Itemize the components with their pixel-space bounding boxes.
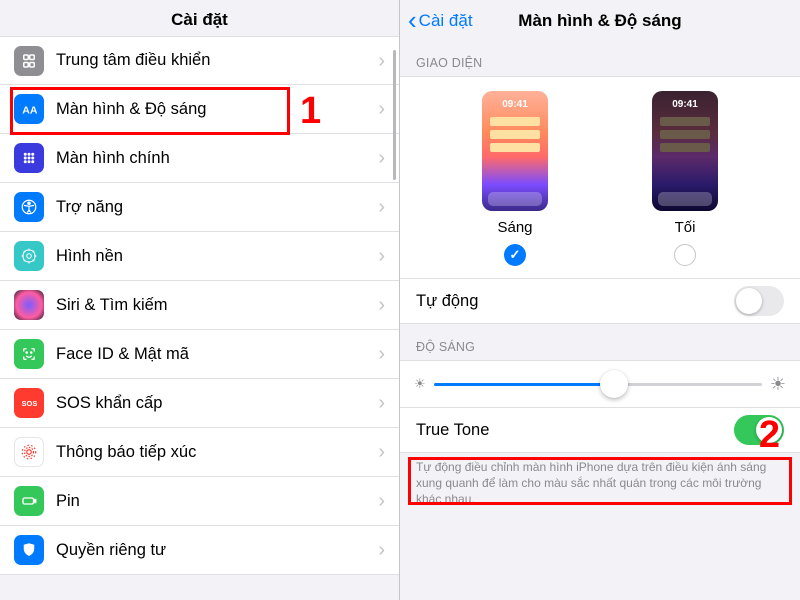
row-emergency-sos[interactable]: SOS SOS khẩn cấp ›	[0, 379, 399, 428]
settings-list: Trung tâm điều khiển › AA Màn hình & Độ …	[0, 36, 399, 575]
chevron-right-icon: ›	[378, 344, 385, 364]
siri-icon	[14, 290, 44, 320]
row-true-tone[interactable]: True Tone	[400, 407, 800, 453]
sos-icon: SOS	[14, 388, 44, 418]
row-home-screen[interactable]: Màn hình chính ›	[0, 134, 399, 183]
row-label: Siri & Tìm kiếm	[56, 296, 378, 315]
row-label: SOS khẩn cấp	[56, 394, 378, 413]
svg-text:AA: AA	[22, 105, 38, 117]
home-screen-icon	[14, 143, 44, 173]
back-button[interactable]: ‹ Cài đặt	[408, 10, 473, 33]
preview-label: Sáng	[497, 219, 532, 236]
back-label: Cài đặt	[419, 11, 473, 31]
display-icon: AA	[14, 94, 44, 124]
chevron-right-icon: ›	[378, 197, 385, 217]
chevron-right-icon: ›	[378, 393, 385, 413]
appearance-option-dark[interactable]: 09:41 Tối	[652, 91, 718, 266]
control-center-icon	[14, 46, 44, 76]
accessibility-icon	[14, 192, 44, 222]
chevron-right-icon: ›	[378, 540, 385, 560]
chevron-right-icon: ›	[378, 246, 385, 266]
chevron-right-icon: ›	[378, 99, 385, 119]
chevron-right-icon: ›	[378, 51, 385, 71]
brightness-slider-row: ☀︎ ☀︎	[400, 360, 800, 408]
row-label: Thông báo tiếp xúc	[56, 443, 378, 462]
scroll-indicator[interactable]	[393, 50, 396, 180]
row-label: Màn hình & Độ sáng	[56, 100, 378, 119]
appearance-option-light[interactable]: 09:41 Sáng	[482, 91, 548, 266]
chevron-right-icon: ›	[378, 491, 385, 511]
exposure-icon	[14, 437, 44, 467]
page-title: Cài đặt	[0, 0, 399, 36]
radio-unchecked-icon[interactable]	[674, 244, 696, 266]
row-faceid-passcode[interactable]: Face ID & Mật mã ›	[0, 330, 399, 379]
row-display-brightness[interactable]: AA Màn hình & Độ sáng ›	[0, 85, 399, 134]
preview-label: Tối	[675, 219, 696, 236]
row-control-center[interactable]: Trung tâm điều khiển ›	[0, 36, 399, 85]
row-label: Tự động	[416, 292, 734, 311]
preview-light-icon: 09:41	[482, 91, 548, 211]
row-label: Trợ năng	[56, 198, 378, 217]
preview-dark-icon: 09:41	[652, 91, 718, 211]
row-wallpaper[interactable]: Hình nền ›	[0, 232, 399, 281]
automatic-toggle[interactable]	[734, 286, 784, 316]
row-siri-search[interactable]: Siri & Tìm kiếm ›	[0, 281, 399, 330]
nav-bar: ‹ Cài đặt Màn hình & Độ sáng	[400, 0, 800, 40]
radio-checked-icon[interactable]	[504, 244, 526, 266]
faceid-icon	[14, 339, 44, 369]
sun-high-icon: ☀︎	[770, 374, 786, 395]
chevron-right-icon: ›	[378, 148, 385, 168]
row-label: Face ID & Mật mã	[56, 345, 378, 364]
svg-text:SOS: SOS	[22, 399, 38, 408]
row-battery[interactable]: Pin ›	[0, 477, 399, 526]
chevron-left-icon: ‹	[408, 7, 417, 33]
battery-icon	[14, 486, 44, 516]
brightness-slider[interactable]	[434, 370, 762, 398]
display-brightness-panel: ‹ Cài đặt Màn hình & Độ sáng GIAO DIỆN 0…	[400, 0, 800, 600]
true-tone-description: Tự động điều chỉnh màn hình iPhone dựa t…	[400, 453, 800, 522]
settings-root-panel: Cài đặt Trung tâm điều khiển › AA Màn hì…	[0, 0, 400, 600]
row-exposure-notification[interactable]: Thông báo tiếp xúc ›	[0, 428, 399, 477]
row-label: Trung tâm điều khiển	[56, 51, 378, 70]
section-header-appearance: GIAO DIỆN	[400, 40, 800, 76]
appearance-section: 09:41 Sáng 09:41 Tối	[400, 76, 800, 279]
privacy-icon	[14, 535, 44, 565]
section-header-brightness: ĐỘ SÁNG	[400, 324, 800, 360]
row-label: Hình nền	[56, 247, 378, 266]
row-privacy[interactable]: Quyền riêng tư ›	[0, 526, 399, 575]
true-tone-toggle[interactable]	[734, 415, 784, 445]
row-label: Pin	[56, 492, 378, 511]
chevron-right-icon: ›	[378, 295, 385, 315]
sun-low-icon: ☀︎	[414, 376, 426, 392]
chevron-right-icon: ›	[378, 442, 385, 462]
wallpaper-icon	[14, 241, 44, 271]
row-label: True Tone	[416, 421, 734, 440]
row-accessibility[interactable]: Trợ năng ›	[0, 183, 399, 232]
row-automatic[interactable]: Tự động	[400, 278, 800, 324]
row-label: Quyền riêng tư	[56, 541, 378, 560]
row-label: Màn hình chính	[56, 149, 378, 168]
